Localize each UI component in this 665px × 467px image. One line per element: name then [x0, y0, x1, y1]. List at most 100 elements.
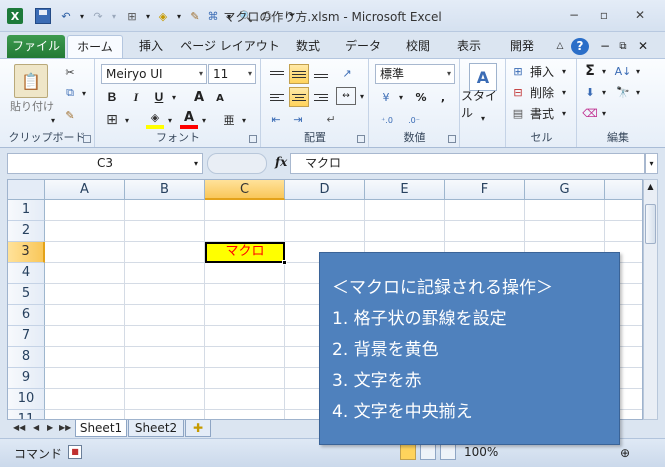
column-header-f[interactable]: F [445, 180, 525, 200]
expand-formula-bar-icon[interactable]: ▾ [645, 153, 658, 174]
insert-cells-icon[interactable]: ⊞ [511, 63, 525, 79]
currency-dropdown-icon[interactable]: ▾ [396, 88, 406, 106]
grow-font-button[interactable]: A [190, 88, 208, 106]
sort-filter-icon[interactable]: A↓ [614, 63, 632, 79]
delete-cells-icon[interactable]: ⊟ [511, 84, 525, 100]
bold-button[interactable]: B [103, 88, 121, 106]
paste-dropdown-icon[interactable]: ▾ [47, 115, 59, 125]
file-tab[interactable]: ファイル [7, 35, 65, 58]
row-header-10[interactable]: 10 [8, 389, 45, 410]
column-header-c[interactable]: C [205, 180, 285, 200]
phonetic-dropdown-icon[interactable]: ▾ [239, 111, 249, 129]
tab-page-layout[interactable]: ページ レイアウト [180, 35, 280, 58]
insert-function-icon[interactable]: fx [275, 155, 287, 169]
row-header-9[interactable]: 9 [8, 368, 45, 389]
active-cell-c3[interactable]: マクロ [205, 242, 285, 263]
row-header-11[interactable]: 11 [8, 410, 45, 419]
font-color-icon[interactable]: A [180, 109, 198, 129]
align-left-icon[interactable] [267, 87, 287, 107]
workbook-minimize-icon[interactable]: − [598, 35, 612, 58]
tab-data[interactable]: データ [336, 35, 390, 58]
select-all-corner[interactable] [8, 180, 45, 200]
workbook-restore-icon[interactable]: ⧉ [616, 35, 630, 58]
tab-review[interactable]: 校閲 [396, 35, 440, 58]
format-cells-button[interactable]: 書式 [527, 105, 557, 121]
column-header-a[interactable]: A [45, 180, 125, 200]
italic-button[interactable]: I [127, 88, 145, 106]
row-header-7[interactable]: 7 [8, 326, 45, 347]
delete-cells-button[interactable]: 削除 [527, 84, 557, 100]
clear-dropdown-icon[interactable]: ▾ [599, 105, 609, 121]
font-color-dropdown-icon[interactable]: ▾ [199, 111, 209, 129]
underline-dropdown-icon[interactable]: ▾ [169, 88, 179, 106]
fill-color-dropdown-icon[interactable]: ▾ [165, 111, 175, 129]
ribbon-minimize-icon[interactable]: △ [553, 35, 567, 58]
percent-style-button[interactable]: % [412, 88, 430, 106]
paste-icon[interactable]: 📋 [14, 64, 48, 98]
formula-input[interactable]: マクロ [290, 153, 645, 174]
currency-icon[interactable]: ¥ [377, 88, 395, 106]
styles-button-label[interactable]: スタイル [461, 89, 506, 120]
align-center-icon[interactable] [289, 87, 309, 107]
close-button[interactable]: ✕ [628, 6, 652, 24]
last-sheet-icon[interactable]: ▶▶ [59, 423, 71, 432]
paste-button-label[interactable]: 貼り付け [6, 99, 58, 113]
format-cells-icon[interactable]: ▤ [511, 105, 525, 121]
macro-recording-icon[interactable]: ■ [68, 445, 82, 459]
align-right-icon[interactable] [311, 87, 331, 107]
fill-dropdown-icon-ribbon[interactable]: ▾ [599, 84, 609, 100]
underline-button[interactable]: U [150, 88, 168, 106]
delete-dropdown-icon[interactable]: ▾ [559, 84, 569, 100]
first-sheet-icon[interactable]: ◀◀ [13, 423, 25, 432]
autosum-button[interactable]: Σ [582, 63, 598, 79]
row-header-3[interactable]: 3 [8, 242, 45, 263]
font-size-select[interactable]: 11 ▾ [208, 64, 256, 84]
alignment-launcher-icon[interactable] [357, 135, 365, 143]
find-dropdown-icon[interactable]: ▾ [633, 84, 643, 100]
copy-dropdown-icon[interactable]: ▾ [79, 85, 89, 101]
insert-cells-button[interactable]: 挿入 [527, 63, 557, 79]
workbook-close-icon[interactable]: ✕ [636, 35, 650, 58]
zoom-level[interactable]: 100% [464, 445, 498, 459]
increase-indent-icon[interactable]: ⇥ [289, 110, 307, 128]
orientation-icon[interactable]: ↗ [338, 64, 356, 82]
find-select-icon[interactable]: 🔭 [614, 84, 632, 100]
decrease-decimal-icon[interactable]: .0⁻ [404, 111, 424, 129]
row-header-6[interactable]: 6 [8, 305, 45, 326]
scroll-up-icon[interactable]: ▲ [644, 180, 657, 194]
minimize-button[interactable]: − [562, 6, 586, 24]
help-icon[interactable]: ? [571, 38, 589, 55]
cut-icon[interactable]: ✂ [62, 64, 78, 80]
shrink-font-button[interactable]: A [212, 90, 228, 106]
next-sheet-icon[interactable]: ▶ [47, 423, 53, 432]
row-header-8[interactable]: 8 [8, 347, 45, 368]
vertical-scrollbar[interactable]: ▲ [643, 179, 658, 420]
merge-dropdown-icon[interactable]: ▾ [357, 87, 367, 105]
tab-insert[interactable]: 挿入 [128, 35, 174, 58]
fill-down-icon[interactable]: ⬇ [582, 84, 598, 100]
column-header-e[interactable]: E [365, 180, 445, 200]
formula-bar-resizer[interactable] [207, 153, 267, 174]
fill-handle[interactable] [282, 260, 287, 265]
row-header-5[interactable]: 5 [8, 284, 45, 305]
borders-icon[interactable]: ⊞ [103, 111, 121, 129]
autosum-dropdown-icon[interactable]: ▾ [599, 63, 609, 79]
zoom-in-icon[interactable]: ⊕ [620, 447, 632, 459]
top-align-icon[interactable] [267, 64, 287, 84]
column-header-h[interactable] [605, 180, 642, 200]
tab-view[interactable]: 表示 [446, 35, 492, 58]
comma-style-button[interactable]: , [434, 88, 452, 106]
middle-align-icon[interactable] [289, 64, 309, 84]
increase-decimal-icon[interactable]: ⁺.0 [377, 111, 397, 129]
tab-home[interactable]: ホーム [67, 35, 123, 58]
page-layout-view-icon[interactable] [420, 444, 436, 460]
sheet-tab-sheet1[interactable]: Sheet1 [75, 420, 127, 437]
number-launcher-icon[interactable] [448, 135, 456, 143]
borders-dropdown-icon-ribbon[interactable]: ▾ [122, 111, 132, 129]
name-box[interactable]: C3 ▾ [7, 153, 203, 174]
column-header-d[interactable]: D [285, 180, 365, 200]
row-header-4[interactable]: 4 [8, 263, 45, 284]
bottom-align-icon[interactable] [311, 64, 331, 84]
row-header-1[interactable]: 1 [8, 200, 45, 221]
column-header-g[interactable]: G [525, 180, 605, 200]
